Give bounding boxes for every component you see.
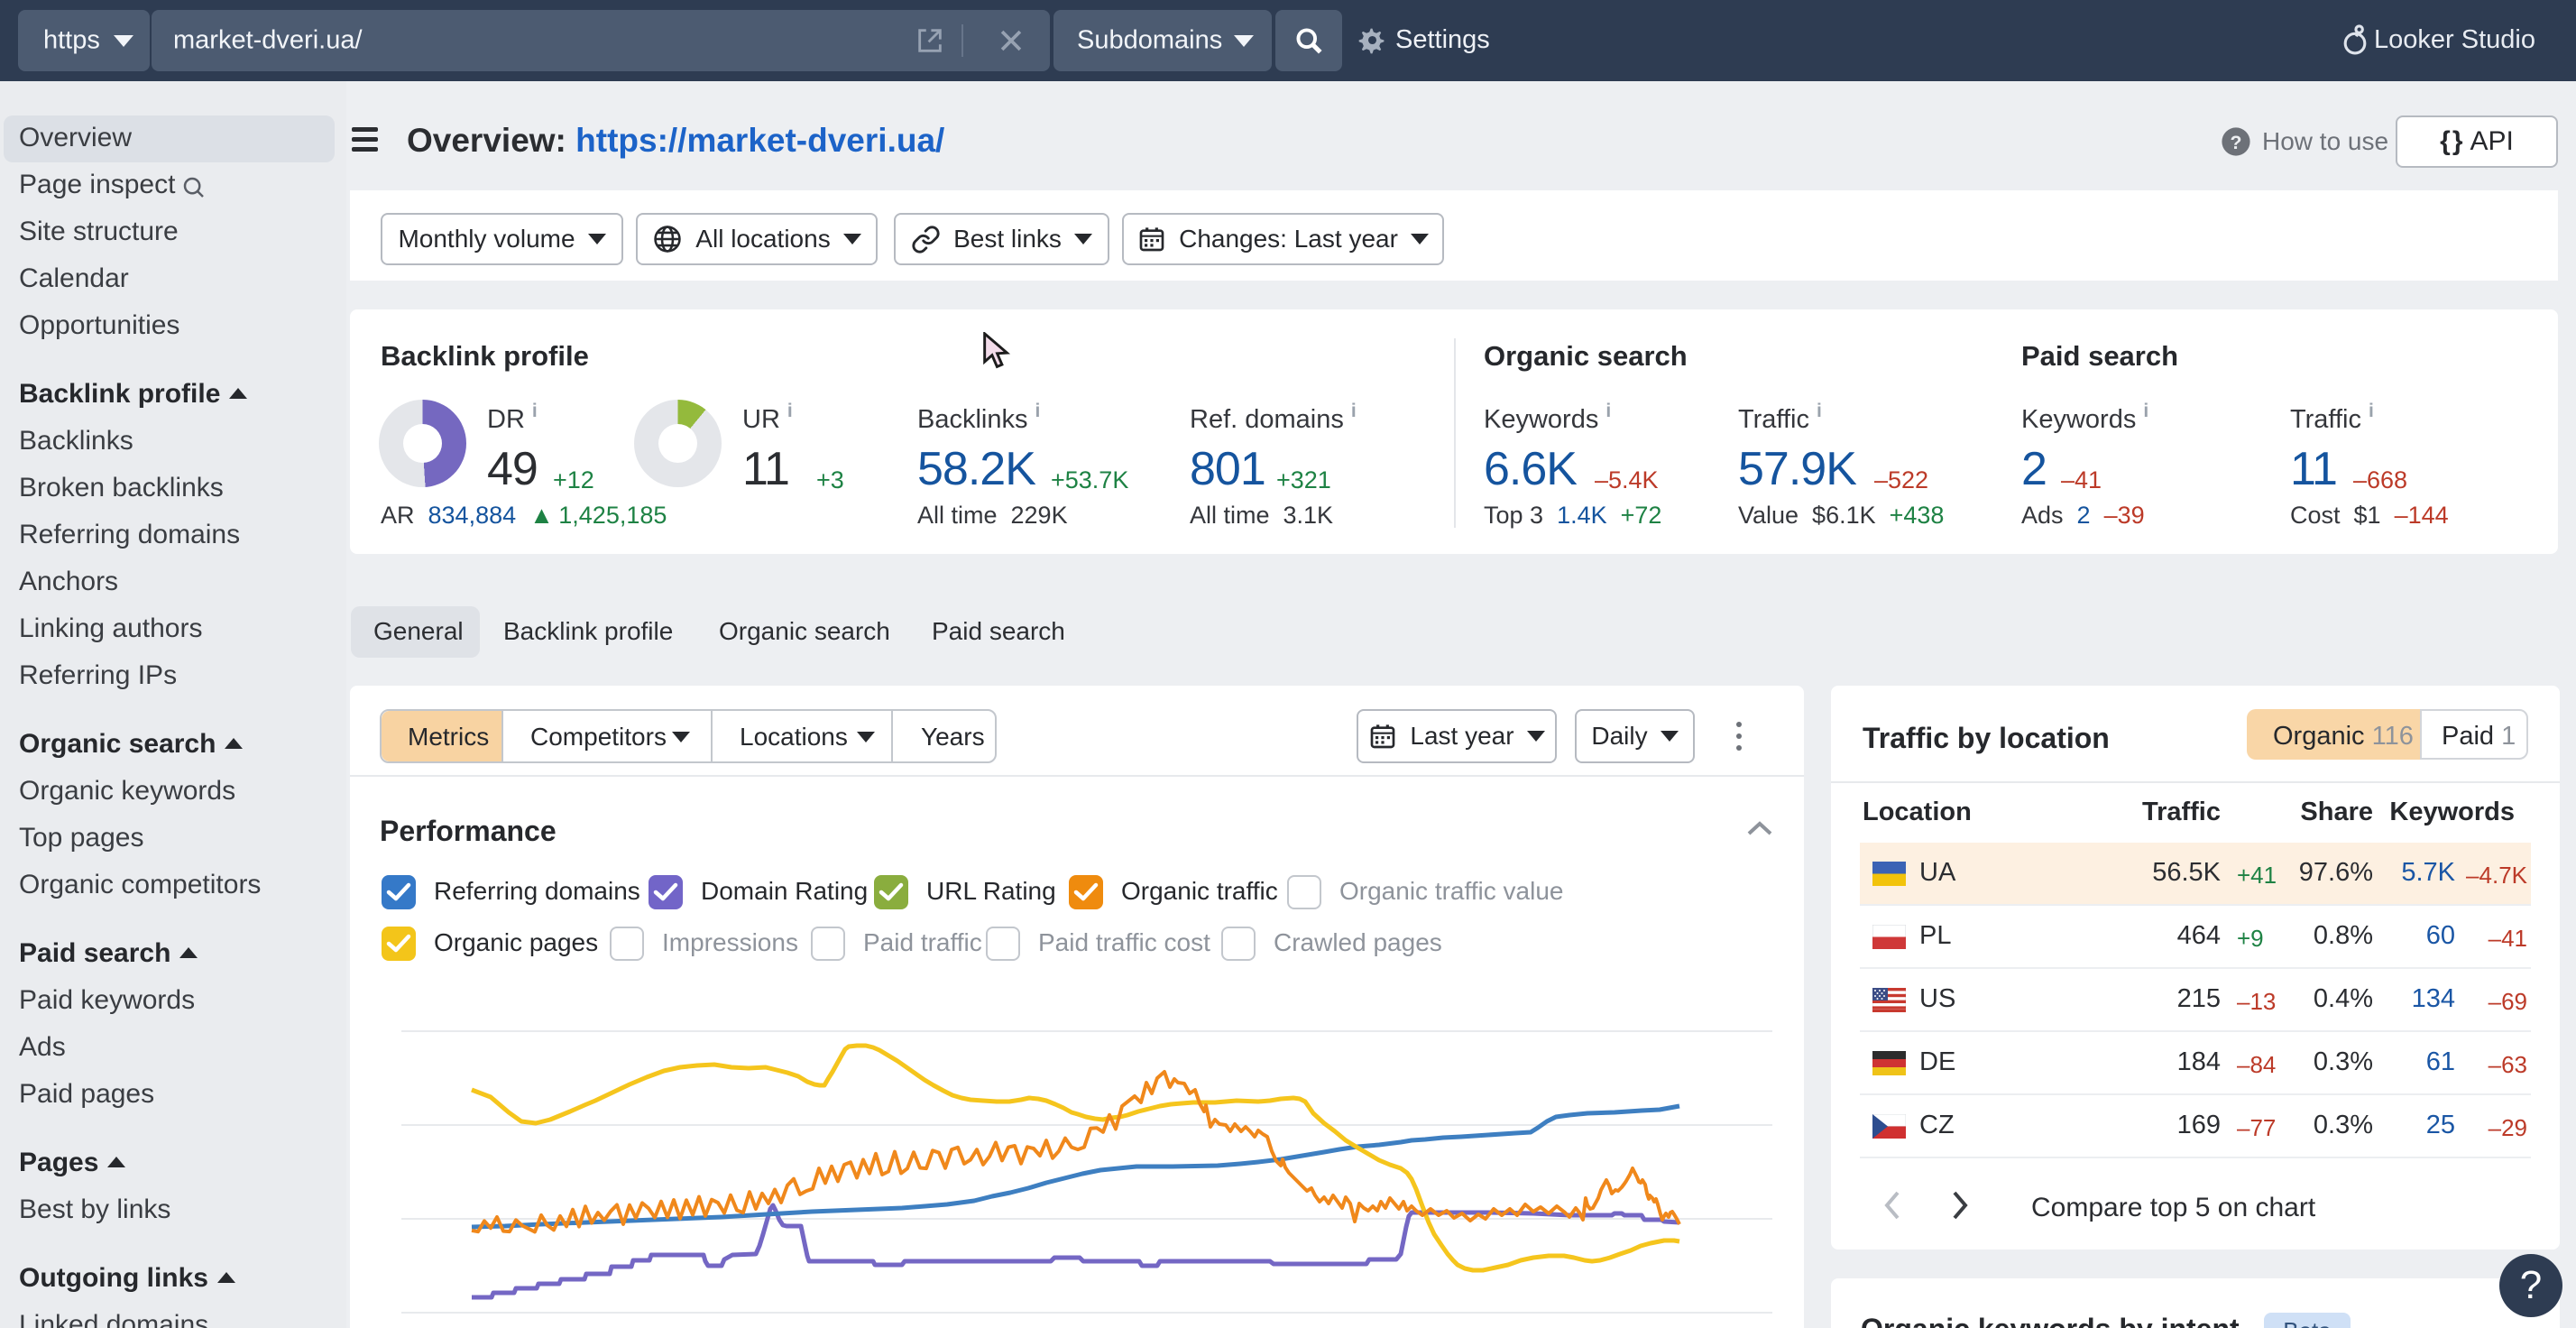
svg-text:?: ? xyxy=(2231,132,2242,153)
